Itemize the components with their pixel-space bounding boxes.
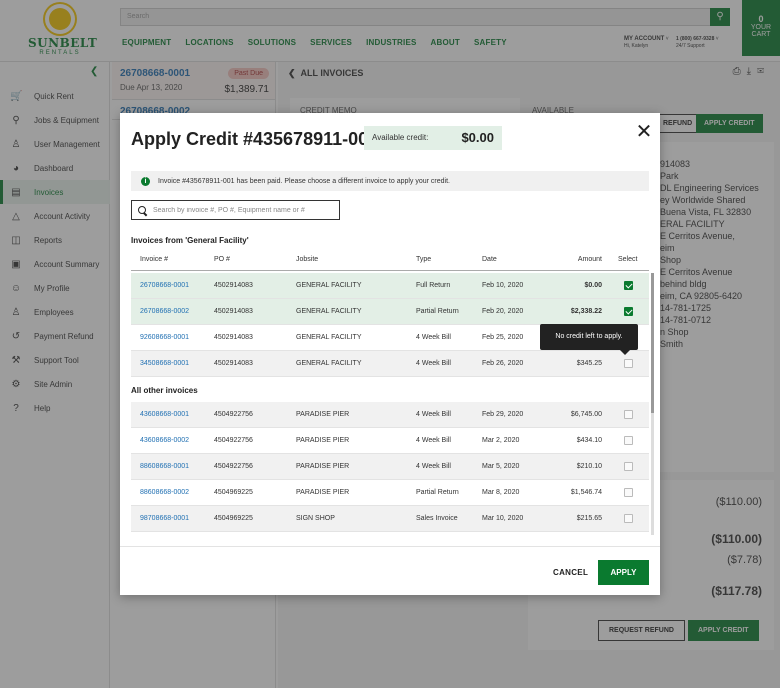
- po-number: 4502914083: [214, 360, 253, 367]
- invoice-link[interactable]: 92608668-0001: [140, 334, 189, 341]
- table-row[interactable]: 43608668-0002 4504922756 PARADISE PIER 4 We…: [131, 428, 649, 454]
- table-row[interactable]: 26708668-0001 4502914083 GENERAL FACILITY F…: [131, 273, 649, 299]
- jobsite: GENERAL FACILITY: [296, 308, 362, 315]
- select-checkbox[interactable]: [624, 410, 633, 419]
- info-icon: i: [141, 176, 150, 186]
- invoice-link[interactable]: 34508668-0001: [140, 360, 189, 367]
- invoice-amount: $215.65: [576, 515, 602, 522]
- select-checkbox[interactable]: [624, 514, 633, 523]
- invoice-link[interactable]: 88608668-0002: [140, 489, 189, 496]
- invoice-type: Sales Invoice: [416, 515, 458, 522]
- available-credit-box: Available credit: $0.00: [364, 126, 502, 150]
- paid-notice: i Invoice #435678911-001 has been paid. …: [131, 171, 649, 191]
- available-credit-value: $0.00: [461, 130, 494, 145]
- invoice-amount: $210.10: [576, 463, 602, 470]
- jobsite: PARADISE PIER: [296, 411, 350, 418]
- invoice-type: Partial Return: [416, 489, 459, 496]
- invoice-amount: $345.25: [576, 360, 602, 367]
- table-row[interactable]: 43608668-0001 4504922756 PARADISE PIER 4 We…: [131, 402, 649, 428]
- invoice-amount: $6,745.00: [570, 411, 602, 418]
- invoice-link[interactable]: 26708668-0001: [140, 282, 189, 289]
- col-po: PO #: [214, 256, 230, 263]
- close-icon[interactable]: ✕: [634, 122, 654, 142]
- section-title-facility: Invoices from 'General Facility': [131, 236, 249, 245]
- col-invoice: Invoice #: [140, 256, 169, 263]
- invoice-type: Full Return: [416, 282, 451, 289]
- invoice-link[interactable]: 43608668-0001: [140, 411, 189, 418]
- invoice-date: Feb 29, 2020: [482, 411, 524, 418]
- invoice-date: Feb 10, 2020: [482, 282, 524, 289]
- invoice-date: Feb 25, 2020: [482, 334, 524, 341]
- invoice-type: 4 Week Bill: [416, 411, 451, 418]
- jobsite: PARADISE PIER: [296, 463, 350, 470]
- col-jobsite: Jobsite: [296, 256, 319, 263]
- po-number: 4502914083: [214, 282, 253, 289]
- invoice-date: Feb 20, 2020: [482, 308, 524, 315]
- invoice-link[interactable]: 43608668-0002: [140, 437, 189, 444]
- invoice-type: Partial Return: [416, 308, 459, 315]
- invoice-link[interactable]: 26708668-0002: [140, 308, 189, 315]
- footer-divider: [120, 546, 660, 547]
- invoice-date: Mar 5, 2020: [482, 463, 520, 470]
- invoice-amount: $0.00: [584, 282, 602, 289]
- invoice-type: 4 Week Bill: [416, 334, 451, 341]
- table-row[interactable]: 34508668-0001 4502914083 GENERAL FACILITY 4…: [131, 351, 649, 377]
- available-credit-label: Available credit:: [372, 133, 429, 142]
- search-icon: [138, 205, 147, 215]
- col-type: Type: [416, 256, 432, 263]
- jobsite: GENERAL FACILITY: [296, 282, 362, 289]
- po-number: 4502914083: [214, 308, 253, 315]
- no-credit-tooltip: No credit left to apply.: [540, 324, 638, 355]
- jobsite: SIGN SHOP: [296, 515, 335, 522]
- cancel-button[interactable]: CANCEL: [553, 568, 588, 577]
- jobsite: GENERAL FACILITY: [296, 360, 362, 367]
- table-row[interactable]: 88608668-0001 4504922756 PARADISE PIER 4 We…: [131, 454, 649, 480]
- apply-credit-modal: Apply Credit #435678911-003 Available cr…: [120, 113, 660, 595]
- table-header: Invoice # PO # Jobsite Type Date Amount …: [131, 249, 649, 271]
- modal-scrollbar[interactable]: [651, 273, 654, 535]
- jobsite: PARADISE PIER: [296, 489, 350, 496]
- po-number: 4504969225: [214, 515, 253, 522]
- table-row[interactable]: 98708668-0001 4504969225 SIGN SHOP Sales In…: [131, 506, 649, 532]
- section-title-other: All other invoices: [131, 386, 198, 395]
- po-number: 4504922756: [214, 411, 253, 418]
- invoice-amount: $2,338.22: [570, 308, 602, 315]
- scrollbar-thumb[interactable]: [651, 273, 654, 413]
- invoice-search-input[interactable]: [153, 206, 333, 214]
- invoice-amount: $1,546.74: [570, 489, 602, 496]
- invoice-type: 4 Week Bill: [416, 463, 451, 470]
- select-checkbox-checked[interactable]: [624, 307, 633, 316]
- apply-button[interactable]: APPLY: [598, 560, 649, 585]
- jobsite: PARADISE PIER: [296, 437, 350, 444]
- invoice-date: Mar 8, 2020: [482, 489, 520, 496]
- po-number: 4502914083: [214, 334, 253, 341]
- invoice-date: Mar 2, 2020: [482, 437, 520, 444]
- po-number: 4504922756: [214, 463, 253, 470]
- col-amount: Amount: [577, 256, 602, 263]
- invoice-link[interactable]: 98708668-0001: [140, 515, 189, 522]
- invoice-link[interactable]: 88608668-0001: [140, 463, 189, 470]
- notice-text: Invoice #435678911-001 has been paid. Pl…: [158, 177, 450, 185]
- table-row[interactable]: 88608668-0002 4504969225 PARADISE PIER Part…: [131, 480, 649, 506]
- select-checkbox[interactable]: [624, 488, 633, 497]
- invoice-search[interactable]: [131, 200, 340, 220]
- select-checkbox[interactable]: [624, 436, 633, 445]
- invoice-date: Mar 10, 2020: [482, 515, 524, 522]
- invoice-type: 4 Week Bill: [416, 360, 451, 367]
- invoice-date: Feb 26, 2020: [482, 360, 524, 367]
- po-number: 4504922756: [214, 437, 253, 444]
- jobsite: GENERAL FACILITY: [296, 334, 362, 341]
- col-date: Date: [482, 256, 497, 263]
- invoice-type: 4 Week Bill: [416, 437, 451, 444]
- select-checkbox[interactable]: [624, 359, 633, 368]
- select-checkbox-checked[interactable]: [624, 281, 633, 290]
- invoice-amount: $434.10: [576, 437, 602, 444]
- col-select: Select: [618, 256, 638, 263]
- modal-title: Apply Credit #435678911-003: [131, 129, 379, 149]
- po-number: 4504969225: [214, 489, 253, 496]
- select-checkbox[interactable]: [624, 462, 633, 471]
- table-row[interactable]: 26708668-0002 4502914083 GENERAL FACILITY P…: [131, 299, 649, 325]
